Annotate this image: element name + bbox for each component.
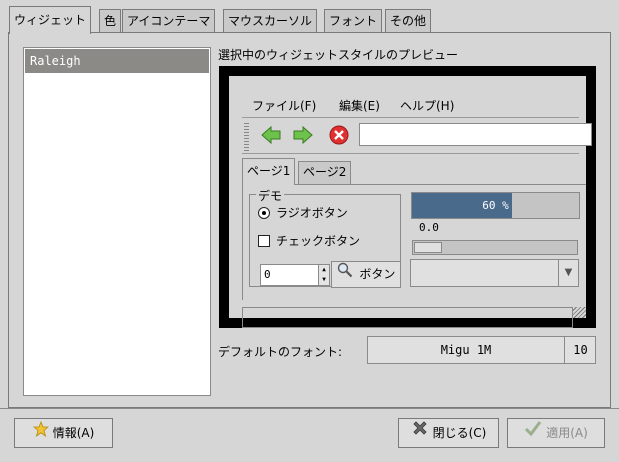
- tab-mouse-cursor[interactable]: マウスカーソル: [223, 9, 318, 33]
- scale-value: 0.0: [419, 221, 439, 234]
- preview-menubar: ファイル(F) 編集(E) ヘルプ(H): [242, 93, 579, 118]
- progress-text: 60 %: [482, 199, 509, 212]
- stop-icon[interactable]: [328, 124, 350, 149]
- preview-window: ファイル(F) 編集(E) ヘルプ(H) ページ1 ページ2 デモ ラジオボタン…: [229, 76, 592, 328]
- tab-color[interactable]: 色: [99, 9, 122, 33]
- font-name: Migu 1M: [440, 343, 492, 357]
- tab-icon-theme[interactable]: アイコンテーマ: [122, 9, 216, 33]
- checkbox-indicator-icon[interactable]: [258, 234, 270, 247]
- close-icon: [411, 419, 429, 447]
- radio-indicator-icon[interactable]: [258, 206, 270, 219]
- menu-help[interactable]: ヘルプ(H): [400, 97, 454, 114]
- preview-toolbar: [242, 119, 592, 154]
- default-font-label: デフォルトのフォント:: [218, 345, 343, 359]
- demo-progress-bar: 60 %: [411, 192, 580, 219]
- close-button[interactable]: 閉じる(C): [398, 418, 499, 448]
- menu-edit[interactable]: 編集(E): [339, 97, 380, 114]
- menu-file[interactable]: ファイル(F): [252, 97, 316, 114]
- about-button-label: 情報(A): [52, 426, 95, 440]
- radio-label: ラジオボタン: [276, 206, 348, 220]
- theme-list[interactable]: Raleigh: [23, 47, 211, 396]
- resize-grip-icon[interactable]: [573, 307, 586, 318]
- font-size: 10: [564, 337, 596, 363]
- divider: [0, 408, 619, 409]
- demo-button[interactable]: ボタン: [331, 261, 401, 288]
- demo-frame-label: デモ: [256, 187, 285, 204]
- preview-tab-page1[interactable]: ページ1: [242, 158, 296, 185]
- toolbar-grip-icon[interactable]: [244, 123, 249, 151]
- forward-arrow-icon[interactable]: [292, 124, 314, 149]
- apply-button[interactable]: 適用(A): [507, 418, 605, 448]
- preview-tab-page2[interactable]: ページ2: [298, 161, 352, 184]
- demo-spin-button[interactable]: 0 ▲ ▼: [260, 264, 330, 286]
- demo-frame: デモ ラジオボタン チェックボタン 0 ▲ ▼ ボタン: [249, 187, 401, 288]
- spin-value: 0: [264, 268, 271, 281]
- tab-bar: ウィジェット 色 アイコンテーマ マウスカーソル フォント その他: [0, 0, 619, 34]
- demo-scale[interactable]: [412, 240, 578, 255]
- scale-knob[interactable]: [414, 242, 442, 253]
- demo-button-label: ボタン: [359, 267, 396, 281]
- theme-list-item[interactable]: Raleigh: [25, 49, 209, 73]
- spin-arrows-icon[interactable]: ▲ ▼: [318, 265, 329, 285]
- demo-check-button[interactable]: チェックボタン: [258, 232, 360, 249]
- preview-frame: ファイル(F) 編集(E) ヘルプ(H) ページ1 ページ2 デモ ラジオボタン…: [219, 66, 596, 328]
- about-button[interactable]: 情報(A): [14, 418, 113, 448]
- font-picker-button[interactable]: Migu 1M 10: [367, 336, 596, 364]
- back-arrow-icon[interactable]: [260, 124, 282, 149]
- tab-other[interactable]: その他: [385, 9, 432, 33]
- preview-title: 選択中のウィジェットスタイルのプレビュー: [218, 48, 459, 62]
- apply-button-label: 適用(A): [546, 426, 588, 440]
- search-icon: [337, 262, 357, 281]
- chevron-down-icon[interactable]: ▼: [558, 260, 578, 286]
- close-button-label: 閉じる(C): [432, 426, 487, 440]
- check-label: チェックボタン: [276, 234, 361, 248]
- demo-radio-button[interactable]: ラジオボタン: [258, 204, 348, 221]
- tab-font[interactable]: フォント: [324, 9, 383, 33]
- demo-combo-box[interactable]: ▼: [410, 259, 579, 287]
- tab-widget[interactable]: ウィジェット: [9, 6, 92, 34]
- preview-statusbar: [242, 307, 573, 328]
- checkmark-icon: [524, 419, 542, 447]
- location-entry[interactable]: [359, 123, 592, 146]
- star-icon: [32, 419, 49, 447]
